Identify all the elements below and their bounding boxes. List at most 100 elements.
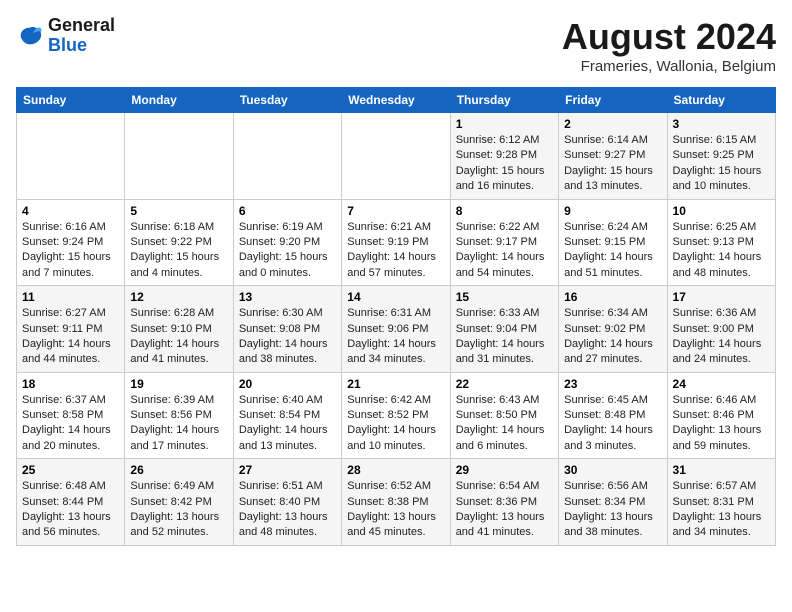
day-number: 6 <box>239 204 336 218</box>
day-info: Sunrise: 6:52 AMSunset: 8:38 PMDaylight:… <box>347 479 444 541</box>
day-number: 28 <box>347 463 444 477</box>
day-info: Sunrise: 6:54 AMSunset: 8:36 PMDaylight:… <box>456 479 553 541</box>
day-number: 7 <box>347 204 444 218</box>
day-number: 12 <box>130 290 227 304</box>
calendar-week-3: 11 Sunrise: 6:27 AMSunset: 9:11 PMDayligh… <box>17 286 776 373</box>
day-info: Sunrise: 6:33 AMSunset: 9:04 PMDaylight:… <box>456 306 553 368</box>
calendar-cell: 27 Sunrise: 6:51 AMSunset: 8:40 PMDayligh… <box>233 459 341 546</box>
month-title: August 2024 <box>562 16 776 58</box>
day-number: 26 <box>130 463 227 477</box>
day-number: 16 <box>564 290 661 304</box>
page-header: General Blue August 2024 Frameries, Wall… <box>16 16 776 75</box>
day-info: Sunrise: 6:27 AMSunset: 9:11 PMDaylight:… <box>22 306 119 368</box>
day-info: Sunrise: 6:14 AMSunset: 9:27 PMDaylight:… <box>564 133 661 195</box>
weekday-header-monday: Monday <box>125 88 233 113</box>
weekday-header-sunday: Sunday <box>17 88 125 113</box>
day-info: Sunrise: 6:28 AMSunset: 9:10 PMDaylight:… <box>130 306 227 368</box>
calendar-cell: 20Sunrise: 6:40 AMSunset: 8:54 PMDayligh… <box>233 372 341 459</box>
calendar-week-1: 1Sunrise: 6:12 AMSunset: 9:28 PMDaylight… <box>17 113 776 200</box>
day-info: Sunrise: 6:34 AMSunset: 9:02 PMDaylight:… <box>564 306 661 368</box>
calendar-cell: 13Sunrise: 6:30 AMSunset: 9:08 PMDayligh… <box>233 286 341 373</box>
day-number: 17 <box>673 290 770 304</box>
calendar-cell: 3Sunrise: 6:15 AMSunset: 9:25 PMDaylight… <box>667 113 775 200</box>
day-number: 27 <box>239 463 336 477</box>
calendar-cell: 2 Sunrise: 6:14 AMSunset: 9:27 PMDaylight… <box>559 113 667 200</box>
logo-icon <box>16 22 44 50</box>
day-number: 10 <box>673 204 770 218</box>
day-info: Sunrise: 6:21 AMSunset: 9:19 PMDaylight:… <box>347 220 444 282</box>
day-number: 1 <box>456 117 553 131</box>
day-number: 2 <box>564 117 661 131</box>
day-number: 19 <box>130 377 227 391</box>
day-info: Sunrise: 6:24 AMSunset: 9:15 PMDaylight:… <box>564 220 661 282</box>
day-info: Sunrise: 6:56 AMSunset: 8:34 PMDaylight:… <box>564 479 661 541</box>
day-number: 30 <box>564 463 661 477</box>
day-info: Sunrise: 6:48 AMSunset: 8:44 PMDaylight:… <box>22 479 119 541</box>
logo-blue: Blue <box>48 36 115 56</box>
day-info: Sunrise: 6:30 AMSunset: 9:08 PMDaylight:… <box>239 306 336 368</box>
day-info: Sunrise: 6:51 AMSunset: 8:40 PMDaylight:… <box>239 479 336 541</box>
calendar-cell <box>17 113 125 200</box>
calendar-cell: 22Sunrise: 6:43 AMSunset: 8:50 PMDayligh… <box>450 372 558 459</box>
day-info: Sunrise: 6:45 AMSunset: 8:48 PMDaylight:… <box>564 393 661 455</box>
day-info: Sunrise: 6:25 AMSunset: 9:13 PMDaylight:… <box>673 220 770 282</box>
day-number: 14 <box>347 290 444 304</box>
location-subtitle: Frameries, Wallonia, Belgium <box>562 58 776 75</box>
day-info: Sunrise: 6:39 AMSunset: 8:56 PMDaylight:… <box>130 393 227 455</box>
calendar-cell: 14Sunrise: 6:31 AMSunset: 9:06 PMDayligh… <box>342 286 450 373</box>
day-number: 4 <box>22 204 119 218</box>
day-info: Sunrise: 6:43 AMSunset: 8:50 PMDaylight:… <box>456 393 553 455</box>
calendar-cell <box>342 113 450 200</box>
calendar-cell <box>125 113 233 200</box>
calendar-week-5: 25 Sunrise: 6:48 AMSunset: 8:44 PMDayligh… <box>17 459 776 546</box>
day-number: 24 <box>673 377 770 391</box>
calendar-cell: 31Sunrise: 6:57 AMSunset: 8:31 PMDayligh… <box>667 459 775 546</box>
weekday-header-friday: Friday <box>559 88 667 113</box>
day-number: 9 <box>564 204 661 218</box>
day-info: Sunrise: 6:15 AMSunset: 9:25 PMDaylight:… <box>673 133 770 195</box>
day-number: 20 <box>239 377 336 391</box>
calendar-cell: 9 Sunrise: 6:24 AMSunset: 9:15 PMDaylight… <box>559 199 667 286</box>
calendar-cell: 1Sunrise: 6:12 AMSunset: 9:28 PMDaylight… <box>450 113 558 200</box>
day-info: Sunrise: 6:18 AMSunset: 9:22 PMDaylight:… <box>130 220 227 282</box>
day-info: Sunrise: 6:37 AMSunset: 8:58 PMDaylight:… <box>22 393 119 455</box>
calendar-cell: 26 Sunrise: 6:49 AMSunset: 8:42 PMDayligh… <box>125 459 233 546</box>
day-number: 31 <box>673 463 770 477</box>
calendar-cell: 7 Sunrise: 6:21 AMSunset: 9:19 PMDaylight… <box>342 199 450 286</box>
calendar-cell: 16 Sunrise: 6:34 AMSunset: 9:02 PMDayligh… <box>559 286 667 373</box>
day-number: 23 <box>564 377 661 391</box>
day-number: 15 <box>456 290 553 304</box>
calendar-cell: 15 Sunrise: 6:33 AMSunset: 9:04 PMDayligh… <box>450 286 558 373</box>
day-info: Sunrise: 6:16 AMSunset: 9:24 PMDaylight:… <box>22 220 119 282</box>
calendar-cell: 19 Sunrise: 6:39 AMSunset: 8:56 PMDayligh… <box>125 372 233 459</box>
calendar-table: SundayMondayTuesdayWednesdayThursdayFrid… <box>16 87 776 546</box>
calendar-cell <box>233 113 341 200</box>
day-number: 21 <box>347 377 444 391</box>
day-info: Sunrise: 6:19 AMSunset: 9:20 PMDaylight:… <box>239 220 336 282</box>
calendar-cell: 6 Sunrise: 6:19 AMSunset: 9:20 PMDaylight… <box>233 199 341 286</box>
calendar-cell: 21 Sunrise: 6:42 AMSunset: 8:52 PMDayligh… <box>342 372 450 459</box>
day-number: 18 <box>22 377 119 391</box>
calendar-cell: 25 Sunrise: 6:48 AMSunset: 8:44 PMDayligh… <box>17 459 125 546</box>
day-number: 5 <box>130 204 227 218</box>
day-info: Sunrise: 6:49 AMSunset: 8:42 PMDaylight:… <box>130 479 227 541</box>
day-number: 8 <box>456 204 553 218</box>
day-info: Sunrise: 6:22 AMSunset: 9:17 PMDaylight:… <box>456 220 553 282</box>
calendar-cell: 28 Sunrise: 6:52 AMSunset: 8:38 PMDayligh… <box>342 459 450 546</box>
calendar-cell: 17Sunrise: 6:36 AMSunset: 9:00 PMDayligh… <box>667 286 775 373</box>
logo: General Blue <box>16 16 115 56</box>
calendar-cell: 23 Sunrise: 6:45 AMSunset: 8:48 PMDayligh… <box>559 372 667 459</box>
day-number: 11 <box>22 290 119 304</box>
calendar-cell: 5 Sunrise: 6:18 AMSunset: 9:22 PMDaylight… <box>125 199 233 286</box>
calendar-header-row: SundayMondayTuesdayWednesdayThursdayFrid… <box>17 88 776 113</box>
calendar-cell: 18 Sunrise: 6:37 AMSunset: 8:58 PMDayligh… <box>17 372 125 459</box>
weekday-header-thursday: Thursday <box>450 88 558 113</box>
logo-general: General <box>48 16 115 36</box>
calendar-cell: 8 Sunrise: 6:22 AMSunset: 9:17 PMDaylight… <box>450 199 558 286</box>
calendar-cell: 30 Sunrise: 6:56 AMSunset: 8:34 PMDayligh… <box>559 459 667 546</box>
calendar-cell: 24Sunrise: 6:46 AMSunset: 8:46 PMDayligh… <box>667 372 775 459</box>
day-number: 25 <box>22 463 119 477</box>
calendar-week-2: 4 Sunrise: 6:16 AMSunset: 9:24 PMDaylight… <box>17 199 776 286</box>
day-info: Sunrise: 6:42 AMSunset: 8:52 PMDaylight:… <box>347 393 444 455</box>
weekday-header-wednesday: Wednesday <box>342 88 450 113</box>
